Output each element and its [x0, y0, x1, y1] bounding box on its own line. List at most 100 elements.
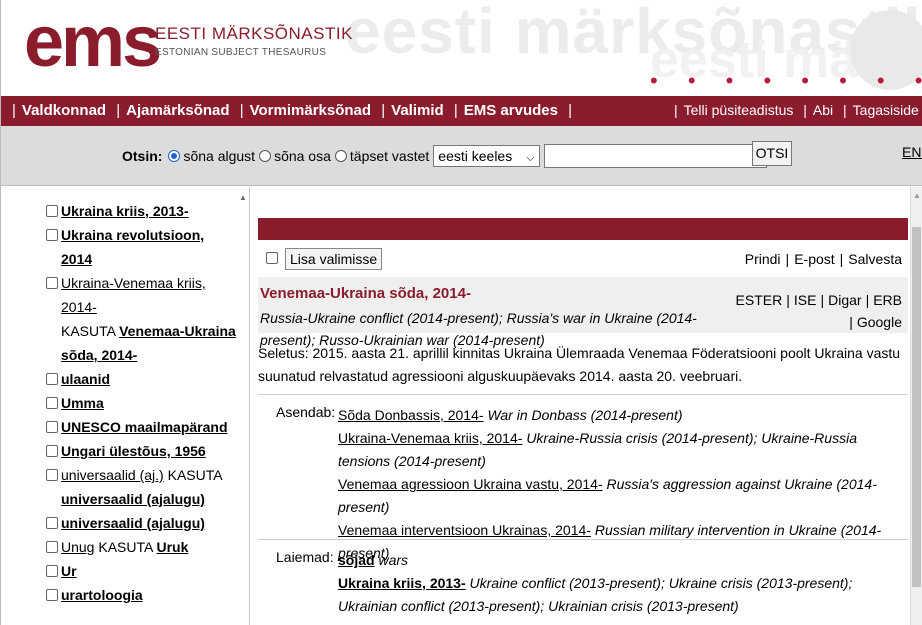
scroll-up-icon[interactable]: ▲ [913, 191, 921, 200]
relation-term-link[interactable]: sõjad [338, 552, 375, 568]
email-link[interactable]: E-post [794, 251, 834, 267]
site-subtitle: ESTONIAN SUBJECT THESAURUS [155, 47, 327, 58]
term-detail-panel: Lisa valimisse Prindi | E-post | Salvesta Ve… [251, 187, 922, 625]
header-dots: • • • • • • • • • • • [650, 68, 922, 93]
term-checkbox[interactable] [46, 229, 58, 241]
entry-heading: Venemaa-Ukraina sõda, 2014- Russia-Ukrai… [258, 277, 908, 348]
replaces-section: Asendab: Sõda Donbassis, 2014- War in Do… [258, 394, 908, 561]
term-link[interactable]: Umma [61, 395, 104, 411]
external-links: ESTER | ISE | Digar | ERB | Google [735, 292, 902, 330]
save-link[interactable]: Salvesta [848, 251, 902, 267]
term-checkbox[interactable] [46, 445, 58, 457]
main-navbar: | Valdkonnad | Ajamärksõnad | Vormimärksõna… [0, 96, 922, 126]
relation-term-link[interactable]: Ukraina-Venemaa kriis, 2014- [338, 430, 522, 446]
nav-valimid[interactable]: Valimid [391, 102, 444, 119]
radio-label-sona-osa[interactable]: sõna osa [274, 148, 331, 164]
print-link[interactable]: Prindi [745, 251, 781, 267]
term-checkbox[interactable] [46, 277, 58, 289]
term-checkbox[interactable] [46, 205, 58, 217]
relation-english: wars [378, 552, 409, 568]
term-checkbox[interactable] [46, 541, 58, 553]
term-link[interactable]: Ukraina-Venemaa kriis, 2014- [61, 275, 206, 315]
ise-link[interactable]: ISE [794, 292, 817, 308]
term-link[interactable]: universaalid (aj.) [61, 467, 164, 483]
list-item: universaalid (ajalugu) [46, 511, 236, 535]
relation-term-link[interactable]: Venemaa agressioon Ukraina vastu, 2014- [338, 476, 603, 492]
relation-term-link[interactable]: Sõda Donbassis, 2014- [338, 407, 484, 423]
relation-item: Sõda Donbassis, 2014- War in Donbass (20… [338, 404, 903, 427]
nav-valdkonnad[interactable]: Valdkonnad [22, 102, 106, 119]
logo-text: EESTI MÄRKSÕNASTIK ESTONIAN SUBJECT THES… [155, 24, 353, 58]
list-item: Umma [46, 391, 236, 415]
nav-abi[interactable]: Abi [813, 102, 833, 118]
use-term-link[interactable]: Uruk [156, 539, 188, 555]
scrollbar-thumb[interactable] [912, 227, 921, 587]
ester-link[interactable]: ESTER [736, 292, 783, 308]
detail-scrollbar[interactable]: ▲ [910, 187, 922, 625]
nav-vormimarksonad[interactable]: Vormimärksõnad [250, 102, 371, 119]
chevron-down-icon: ⌵ [526, 152, 535, 164]
term-checkbox[interactable] [46, 589, 58, 601]
term-checkbox[interactable] [46, 421, 58, 433]
nav-telli-pusiteadistus[interactable]: Telli püsiteadistus [684, 102, 794, 118]
site-title: EESTI MÄRKSÕNASTIK [155, 24, 353, 43]
list-item: Unug KASUTA Uruk [46, 535, 236, 559]
erb-link[interactable]: ERB [873, 292, 902, 308]
relation-item: Venemaa agressioon Ukraina vastu, 2014- … [338, 473, 903, 519]
term-checkbox[interactable] [46, 397, 58, 409]
add-to-selection-button[interactable]: Lisa valimisse [285, 248, 383, 270]
logo-ms: ms [61, 2, 162, 82]
relation-term-link[interactable]: Venemaa interventsioon Ukrainas, 2014- [338, 522, 591, 538]
language-select[interactable]: eesti keeles ⌵ [433, 145, 540, 167]
radio-sona-osa[interactable] [259, 150, 272, 162]
term-checkbox[interactable] [46, 517, 58, 529]
term-link[interactable]: Ur [61, 563, 77, 579]
term-list: Ukraina kriis, 2013- Ukraina revolutsioo… [46, 199, 236, 607]
list-item: Ukraina kriis, 2013- [46, 199, 236, 223]
radio-tapset-vastet[interactable] [334, 150, 347, 162]
term-checkbox[interactable] [46, 373, 58, 385]
nav-tagasiside[interactable]: Tagasiside [853, 102, 919, 118]
replaces-label: Asendab: [276, 404, 336, 420]
list-item: Ur [46, 559, 236, 583]
nav-ajamarksonad[interactable]: Ajamärksõnad [126, 102, 229, 119]
term-checkbox[interactable] [46, 565, 58, 577]
radio-label-tapset-vastet[interactable]: täpset vastet [350, 148, 429, 164]
digar-link[interactable]: Digar [828, 292, 861, 308]
select-term-checkbox[interactable] [266, 252, 278, 264]
term-link[interactable]: UNESCO maailmapärand [61, 419, 228, 435]
nav-ems-arvudes[interactable]: EMS arvudes [464, 102, 558, 119]
term-sidebar: Ukraina kriis, 2013- Ukraina revolutsioo… [0, 187, 250, 625]
term-link[interactable]: Ungari ülestõus, 1956 [61, 443, 206, 459]
term-link[interactable]: universaalid (ajalugu) [61, 515, 205, 531]
radio-label-sona-algust[interactable]: sõna algust [183, 148, 255, 164]
relation-term-link[interactable]: Ukraina kriis, 2013- [338, 575, 466, 591]
list-item: UNESCO maailmapärand [46, 415, 236, 439]
term-link[interactable]: Ukraina kriis, 2013- [61, 203, 189, 219]
term-link[interactable]: Ukraina revolutsioon, 2014 [61, 227, 204, 267]
english-language-link[interactable]: ENG [902, 144, 922, 160]
list-item: Ukraina revolutsioon, 2014 [46, 223, 236, 271]
relation-item: Ukraina-Venemaa kriis, 2014- Ukraine-Rus… [338, 427, 903, 473]
radio-sona-algust[interactable] [168, 150, 181, 162]
term-link[interactable]: urartoloogia [61, 587, 143, 603]
search-input[interactable] [543, 144, 767, 168]
detail-toolbar: Lisa valimisse Prindi | E-post | Salvesta [258, 240, 908, 277]
entry-explanation: Seletus: 2015. aasta 21. aprillil kinnit… [258, 345, 901, 384]
scroll-up-icon[interactable]: ▲ [239, 193, 247, 202]
list-item: Ungari ülestõus, 1956 [46, 439, 236, 463]
list-item: ulaanid [46, 367, 236, 391]
google-link[interactable]: Google [857, 314, 902, 330]
term-link[interactable]: ulaanid [61, 371, 110, 387]
search-button[interactable]: OTSI [752, 141, 792, 166]
ems-logo[interactable]: ems [24, 2, 162, 82]
use-term-link[interactable]: universaalid (ajalugu) [61, 491, 205, 507]
term-checkbox[interactable] [46, 469, 58, 481]
toolbar-actions: Prindi | E-post | Salvesta [744, 251, 902, 267]
relation-item: Ukraina kriis, 2013- Ukraine conflict (2… [338, 572, 903, 618]
sidebar-scrollbar[interactable]: ▲ [237, 187, 249, 625]
term-link[interactable]: Unug [61, 539, 94, 555]
use-label: KASUTA [98, 539, 153, 555]
broader-section: Laiemad: sõjad wars Ukraina kriis, 2013-… [258, 539, 908, 625]
list-item: urartoloogia [46, 583, 236, 607]
